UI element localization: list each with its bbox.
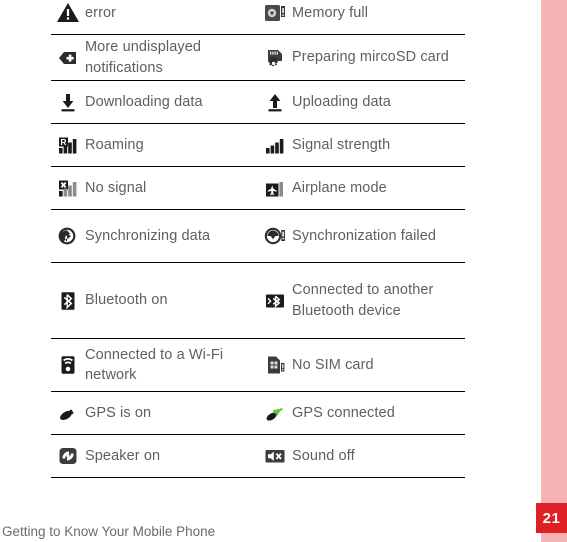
wifi-connected-icon	[51, 352, 85, 378]
icon-cell-left: R	[51, 123, 85, 168]
icon-label: Preparing mircoSD card	[292, 49, 449, 66]
icon-cell-left	[51, 34, 85, 82]
label-cell-left: Bluetooth on	[85, 262, 258, 340]
icon-label: Signal strength	[292, 136, 391, 153]
icon-label: No signal	[85, 179, 147, 196]
icon-label: Connected to another Bluetooth device	[292, 282, 434, 319]
icon-label: Speaker on	[85, 447, 161, 464]
label-cell-right: No SIM card	[292, 338, 465, 393]
label-cell-right: GPS connected	[292, 391, 465, 436]
icon-cell-left	[51, 209, 85, 264]
table-row: Bluetooth on Connected to another Blueto…	[51, 262, 465, 340]
icon-label: GPS connected	[292, 404, 395, 421]
icon-label: Roaming	[85, 136, 144, 153]
label-cell-left: Connected to a Wi-Fi network	[85, 338, 258, 393]
label-cell-left: error	[85, 0, 258, 35]
icon-label: Uploading data	[292, 93, 391, 110]
label-cell-right: Preparing mircoSD card	[292, 34, 465, 82]
speaker-on-icon	[51, 443, 85, 469]
memory-full-icon	[258, 0, 292, 26]
table-row: R Roaming Signal strength	[51, 123, 465, 168]
icon-label: Bluetooth on	[85, 292, 168, 309]
label-cell-right: Connected to another Bluetooth device	[292, 262, 465, 340]
upload-arrow-icon	[258, 89, 292, 115]
icon-cell-right	[258, 209, 292, 264]
page-content: error Memory full More undisplayed notif…	[0, 0, 541, 542]
icon-label: GPS is on	[85, 404, 152, 421]
icon-cell-left	[51, 0, 85, 35]
gps-on-icon	[51, 400, 85, 426]
icon-label: Airplane mode	[292, 179, 387, 196]
icon-cell-right	[258, 123, 292, 168]
airplane-mode-icon	[258, 175, 292, 201]
icon-cell-right	[258, 0, 292, 35]
label-cell-left: Synchronizing data	[85, 209, 258, 264]
table-row: Connected to a Wi-Fi network No SIM card	[51, 338, 465, 393]
no-signal-icon	[51, 175, 85, 201]
icon-cell-left	[51, 391, 85, 436]
download-arrow-icon	[51, 89, 85, 115]
icon-cell-left	[51, 166, 85, 211]
icon-label: Downloading data	[85, 93, 203, 110]
gps-connected-icon	[258, 400, 292, 426]
icon-label: More undisplayed notifications	[85, 39, 202, 76]
icon-cell-left	[51, 80, 85, 125]
label-cell-right: Sound off	[292, 434, 465, 479]
label-cell-right: Memory full	[292, 0, 465, 35]
sound-off-icon	[258, 443, 292, 469]
page-number-badge: 21	[536, 503, 567, 533]
icon-cell-right	[258, 262, 292, 340]
label-cell-left: Roaming	[85, 123, 258, 168]
icon-label: Sound off	[292, 447, 355, 464]
page-edge-band	[541, 0, 567, 542]
icon-label: Synchronization failed	[292, 227, 437, 244]
table-row: Synchronizing data Synchronization faile…	[51, 209, 465, 264]
table-row: More undisplayed notifications Preparing…	[51, 34, 465, 82]
icon-label: error	[85, 4, 117, 21]
icon-cell-right	[258, 34, 292, 82]
footer-chapter-title: Getting to Know Your Mobile Phone	[2, 524, 216, 539]
table-row: Downloading data Uploading data	[51, 80, 465, 125]
table-row: error Memory full	[51, 0, 465, 35]
icon-cell-left	[51, 434, 85, 479]
bluetooth-connected-icon	[258, 288, 292, 314]
icon-label: No SIM card	[292, 356, 374, 373]
status-icon-table-body: error Memory full More undisplayed notif…	[51, 0, 465, 479]
icon-cell-left	[51, 338, 85, 393]
roaming-signal-icon: R	[51, 132, 85, 158]
label-cell-right: Uploading data	[292, 80, 465, 125]
label-cell-right: Airplane mode	[292, 166, 465, 211]
icon-cell-right	[258, 391, 292, 436]
icon-label: Connected to a Wi-Fi network	[85, 346, 224, 384]
label-cell-left: Downloading data	[85, 80, 258, 125]
icon-cell-right	[258, 80, 292, 125]
label-cell-right: Synchronization failed	[292, 209, 465, 264]
icon-cell-right	[258, 166, 292, 211]
more-notifications-icon	[51, 45, 85, 71]
label-cell-left: No signal	[85, 166, 258, 211]
label-cell-left: More undisplayed notifications	[85, 34, 258, 82]
label-cell-left: Speaker on	[85, 434, 258, 479]
warning-triangle-icon	[51, 0, 85, 26]
table-row: Speaker on Sound off	[51, 434, 465, 479]
sync-icon	[51, 223, 85, 249]
icon-label: Memory full	[292, 4, 369, 21]
label-cell-right: Signal strength	[292, 123, 465, 168]
no-sim-card-icon	[258, 352, 292, 378]
icon-cell-right	[258, 338, 292, 393]
bluetooth-on-icon	[51, 288, 85, 314]
table-row: No signal Airplane mode	[51, 166, 465, 211]
sync-failed-icon	[258, 223, 292, 249]
signal-strength-icon	[258, 132, 292, 158]
label-cell-left: GPS is on	[85, 391, 258, 436]
preparing-microsd-icon	[258, 45, 292, 71]
icon-cell-left	[51, 262, 85, 340]
table-row: GPS is on GPS connected	[51, 391, 465, 436]
icon-label: Synchronizing data	[85, 227, 211, 244]
icon-cell-right	[258, 434, 292, 479]
status-icon-table: error Memory full More undisplayed notif…	[51, 0, 465, 479]
